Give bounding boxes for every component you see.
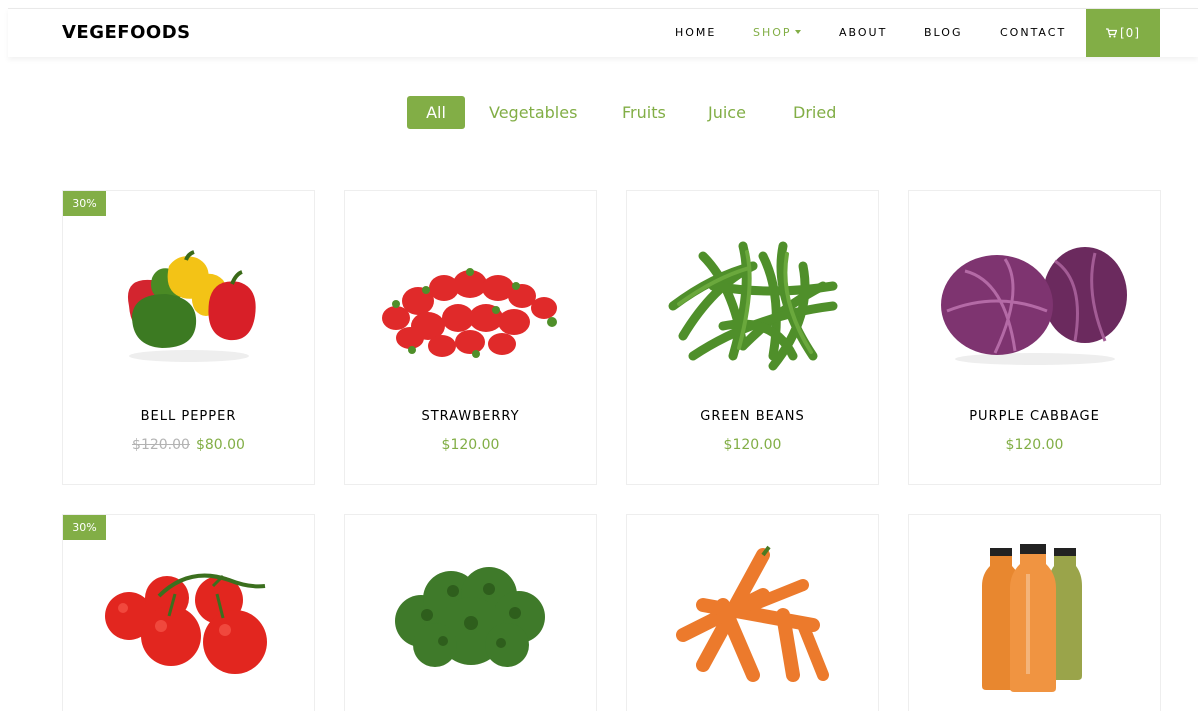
brand-logo[interactable]: VEGEFOODS [62, 22, 191, 43]
nav-about[interactable]: ABOUT [839, 26, 887, 39]
filter-all[interactable]: All [407, 96, 465, 129]
cart-button[interactable]: [0] [1086, 9, 1160, 57]
caret-down-icon [794, 30, 801, 34]
nav-blog[interactable]: BLOG [924, 26, 962, 39]
product-card-bell-pepper[interactable]: 30% BELL PEPPER $120.00 $80.00 [62, 190, 315, 485]
filter-dried[interactable]: Dried [793, 96, 836, 129]
sale-price: $80.00 [195, 437, 245, 453]
carrot-image[interactable] [627, 535, 878, 695]
nav-shop-label: SHOP [753, 26, 792, 39]
cart-icon [1106, 28, 1117, 38]
product-price: $120.00 $80.00 [63, 437, 314, 453]
product-card-green-beans[interactable]: GREEN BEANS $120.00 [626, 190, 879, 485]
product-card-tomato[interactable]: 30% [62, 514, 315, 711]
product-card-strawberry[interactable]: STRAWBERRY $120.00 [344, 190, 597, 485]
filter-fruits[interactable]: Fruits [622, 96, 666, 129]
nav-contact[interactable]: CONTACT [1000, 26, 1066, 39]
broccoli-image[interactable] [345, 541, 596, 691]
price: $120.00 [441, 437, 500, 453]
strawberry-image[interactable] [345, 211, 596, 401]
price: $120.00 [1005, 437, 1064, 453]
filter-vegetables[interactable]: Vegetables [489, 96, 577, 129]
product-price: $120.00 [345, 437, 596, 453]
price: $120.00 [723, 437, 782, 453]
product-card-broccoli[interactable] [344, 514, 597, 711]
product-name[interactable]: PURPLE CABBAGE [909, 409, 1160, 424]
filter-juice[interactable]: Juice [708, 96, 746, 129]
product-name[interactable]: BELL PEPPER [63, 409, 314, 424]
nav-shop[interactable]: SHOP [753, 26, 801, 39]
nav-home[interactable]: HOME [675, 26, 716, 39]
discount-badge: 30% [63, 515, 106, 540]
product-name[interactable]: GREEN BEANS [627, 409, 878, 424]
old-price: $120.00 [132, 437, 190, 453]
product-price: $120.00 [909, 437, 1160, 453]
cart-count: [0] [1120, 26, 1140, 40]
juice-bottles-image[interactable] [909, 539, 1160, 699]
product-name[interactable]: STRAWBERRY [345, 409, 596, 424]
product-card-carrot[interactable] [626, 514, 879, 711]
product-card-juice[interactable] [908, 514, 1161, 711]
top-navbar: VEGEFOODS HOME SHOP ABOUT BLOG CONTACT [… [8, 8, 1198, 57]
product-price: $120.00 [627, 437, 878, 453]
bell-pepper-image[interactable] [63, 211, 314, 401]
green-beans-image[interactable] [627, 211, 878, 401]
tomato-image[interactable] [63, 541, 314, 691]
purple-cabbage-image[interactable] [909, 211, 1160, 401]
product-card-purple-cabbage[interactable]: PURPLE CABBAGE $120.00 [908, 190, 1161, 485]
